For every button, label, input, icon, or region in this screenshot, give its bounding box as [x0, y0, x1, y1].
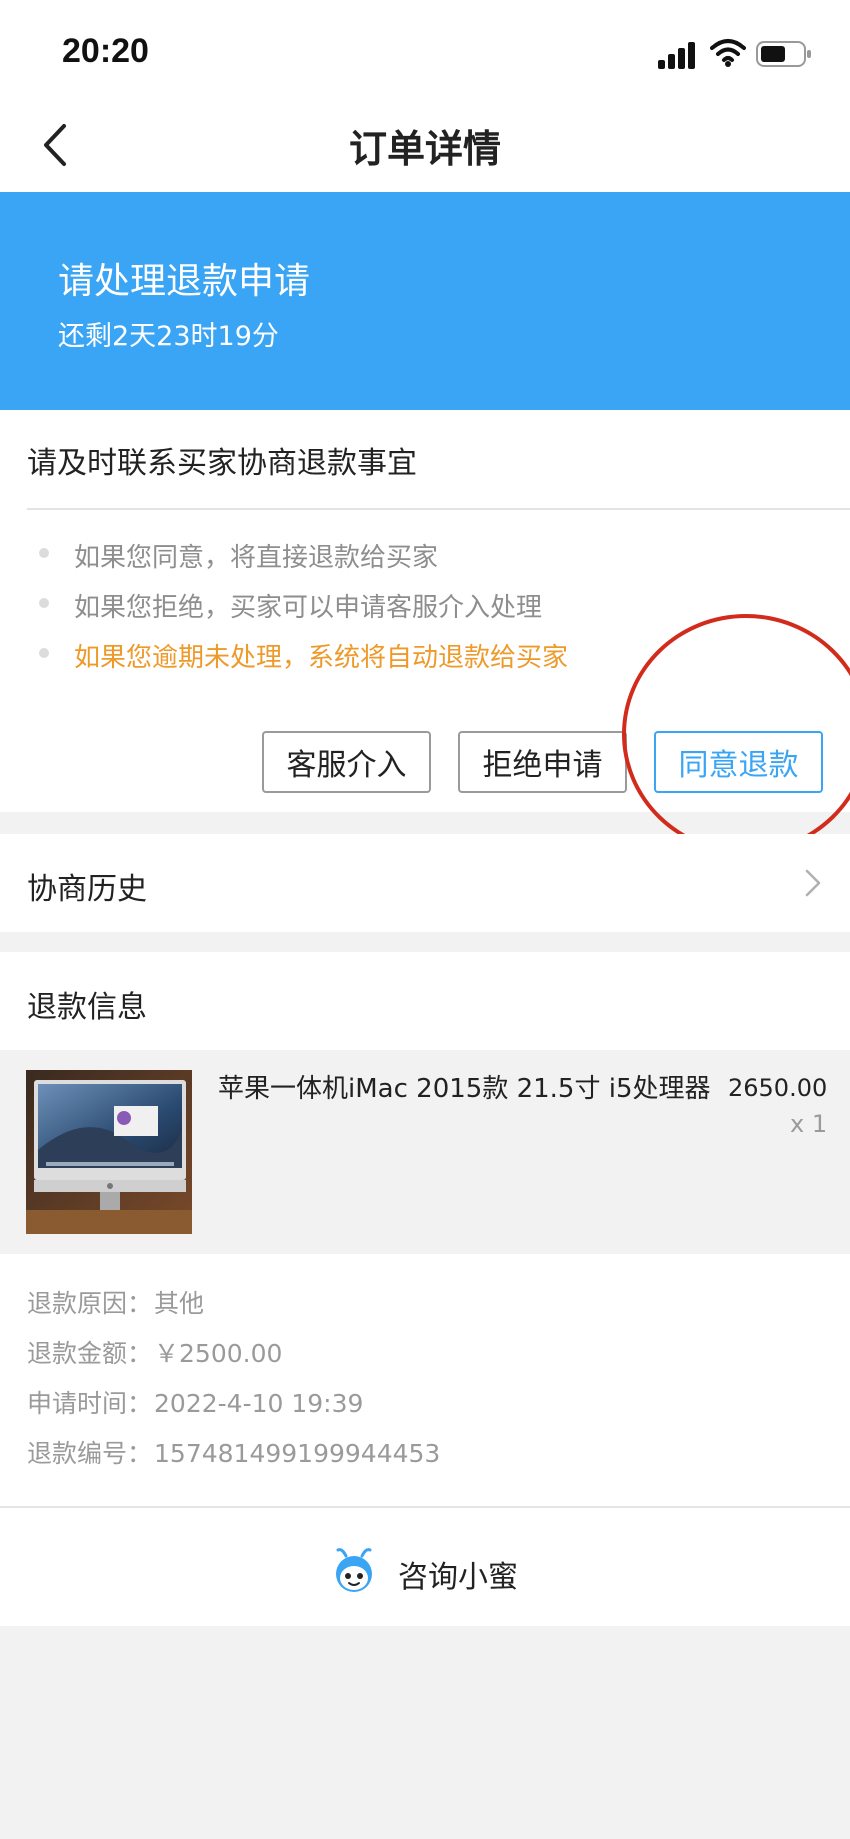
consult-assistant-label: 咨询小蜜 — [398, 1560, 518, 1595]
signal-icon — [658, 42, 695, 69]
status-time: 20:20 — [62, 32, 149, 70]
bullet-icon — [39, 598, 49, 608]
negotiation-history-label: 协商历史 — [27, 872, 147, 907]
tip-overdue-warning: 如果您逾期未处理，系统将自动退款给买家 — [74, 643, 569, 673]
wifi-icon — [710, 39, 746, 67]
refund-number-label: 退款编号： — [27, 1439, 153, 1468]
tip-agree: 如果您同意，将直接退款给买家 — [74, 543, 439, 573]
tip-reject: 如果您拒绝，买家可以申请客服介入处理 — [74, 593, 543, 623]
bee-mascot-icon — [336, 1548, 372, 1592]
apply-time-label: 申请时间： — [27, 1389, 153, 1418]
refund-reason: 退款原因：其他 — [27, 1284, 204, 1320]
product-price: 2650.00 — [728, 1074, 828, 1102]
chevron-right-icon — [805, 869, 821, 897]
refund-reason-value: 其他 — [154, 1289, 205, 1318]
bullet-icon — [39, 648, 49, 658]
product-image — [26, 1070, 192, 1234]
refund-reason-label: 退款原因： — [27, 1289, 153, 1318]
refund-number-value: 157481499199944453 — [154, 1439, 441, 1468]
apply-time: 申请时间：2022-4-10 19:39 — [27, 1384, 363, 1420]
refund-amount: 退款金额：￥2500.00 — [27, 1334, 282, 1370]
battery-icon — [756, 41, 811, 67]
action-card-title: 请及时联系买家协商退款事宜 — [27, 446, 417, 481]
banner-countdown: 还剩2天23时19分 — [58, 321, 279, 352]
page-title: 订单详情 — [348, 127, 501, 171]
apply-time-value: 2022-4-10 19:39 — [154, 1389, 364, 1418]
customer-service-button[interactable]: 客服介入 — [262, 731, 431, 793]
banner-title: 请处理退款申请 — [58, 261, 311, 302]
agree-refund-button[interactable]: 同意退款 — [654, 731, 823, 793]
bullet-icon — [39, 548, 49, 558]
reject-request-button[interactable]: 拒绝申请 — [458, 731, 627, 793]
product-quantity: x 1 — [790, 1110, 828, 1138]
divider — [27, 508, 850, 510]
product-name: 苹果一体机iMac 2015款 21.5寸 i5处理器 — [218, 1074, 711, 1104]
refund-number: 退款编号：157481499199944453 — [27, 1434, 440, 1470]
refund-amount-value: ￥2500.00 — [154, 1339, 283, 1368]
refund-info-title: 退款信息 — [27, 990, 147, 1025]
refund-amount-label: 退款金额： — [27, 1339, 153, 1368]
